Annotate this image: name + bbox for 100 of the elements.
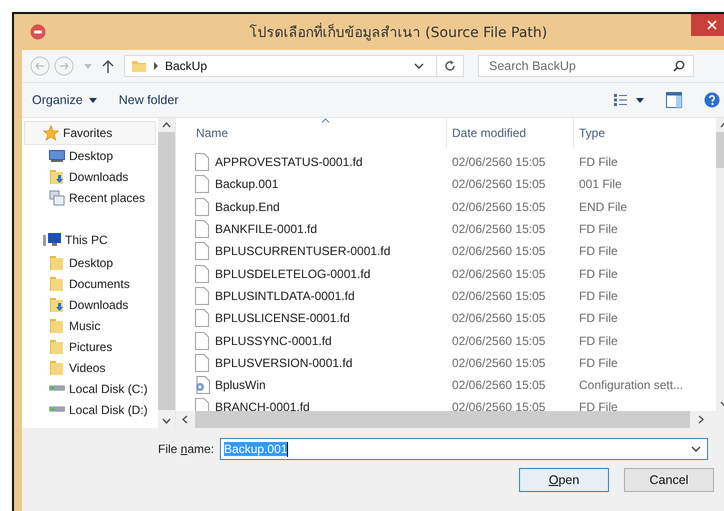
file-row[interactable]: BANKFILE-0001.fd 02/06/2560 15:05 FD File [176,218,716,240]
address-bar[interactable]: BackUp [124,55,464,77]
file-name: BPLUSVERSION-0001.fd [215,356,352,370]
sidebar-item[interactable]: Downloads [22,294,158,315]
file-icon [194,286,210,305]
gear-file-icon [194,376,210,394]
scroll-left-icon[interactable] [182,415,188,424]
dropdown-chevron-icon[interactable] [691,446,702,452]
app-logo-icon [30,24,46,40]
sidebar-item[interactable]: Local Disk (D:) [22,399,158,420]
search-box[interactable]: Search BackUp [478,55,694,77]
monitor-icon [49,148,65,162]
star-icon [43,125,59,141]
type-cell-text: FD File [579,334,619,348]
refresh-icon[interactable] [444,60,456,72]
file-icon [194,332,210,350]
close-button[interactable] [691,14,724,36]
file-icon [194,242,210,260]
date-cell-text: 02/06/2560 15:05 [452,244,546,258]
date-cell-text: 02/06/2560 15:05 [452,334,546,348]
scroll-right-icon[interactable] [698,415,704,424]
file-name: BplusWin [215,378,266,392]
drive-icon [49,406,65,413]
sidebar-item[interactable]: Downloads [22,166,158,187]
column-header[interactable]: Date modified [446,118,579,148]
type-cell-text: 001 File [579,177,623,192]
recent-places-icon [49,190,65,206]
dialog-button[interactable]: Cancel [624,468,714,492]
date-cell-text: 02/06/2560 15:05 [452,155,546,170]
organize-button[interactable]: Organize [30,91,99,109]
sidebar-item[interactable]: Local Disk (C:) [22,378,158,399]
folder-icon [49,338,65,354]
folder-icon [131,58,147,74]
file-name: BPLUSCURRENTUSER-0001.fd [215,244,390,258]
sidebar-item[interactable]: Music [22,315,158,336]
type-cell-text: FD File [579,356,619,370]
date-cell-text: 02/06/2560 15:05 [452,200,546,214]
date-cell-text: 02/06/2560 15:05 [452,222,546,236]
sidebar-item[interactable]: Desktop [22,252,158,273]
file-name: BANKFILE-0001.fd [215,222,318,236]
sidebar-item[interactable]: Documents [22,273,158,294]
type-cell-text: FD File [579,288,619,303]
type-cell-text: FD File [579,222,619,236]
date-cell-text: 02/06/2560 15:05 [452,266,546,281]
file-row[interactable]: BPLUSDELETELOG-0001.fd 02/06/2560 15:05 FD File [176,262,716,285]
dropdown-chevron-icon[interactable] [414,63,424,69]
folder-icon [49,254,65,270]
sidebar-item[interactable]: Videos [22,357,158,378]
file-name: Backup.End [215,200,280,214]
file-row[interactable]: BPLUSCURRENTUSER-0001.fd 02/06/2560 15:05 FD File [176,240,716,262]
file-icon [194,264,210,283]
computer-icon [43,233,61,247]
caret-icon [88,98,97,102]
path-segment[interactable]: BackUp [165,59,408,73]
date-cell-text: 02/06/2560 15:05 [452,177,546,192]
type-cell-text: Configuration sett... [579,378,684,392]
file-name: BPLUSDELETELOG-0001.fd [215,266,370,281]
folder-icon [49,360,65,376]
window-title: โปรดเลือกที่เก็บข้อมูลสำเนา (Source File Path) [46,21,691,43]
type-cell-text: END File [579,200,628,214]
drive-icon [49,385,65,392]
search-icon [673,60,685,72]
file-name: Backup.001 [215,177,278,192]
new-folder-button[interactable]: New folder [116,91,180,109]
date-cell-text: 02/06/2560 15:05 [452,378,546,392]
up-arrow-icon[interactable] [102,59,114,73]
file-name: BPLUSINTLDATA-0001.fd [215,288,355,303]
sidebar-item[interactable]: Pictures [22,336,158,357]
date-cell-text: 02/06/2560 15:05 [452,356,546,370]
file-row[interactable]: BplusWin 02/06/2560 15:05 Configuration sett... [176,374,716,396]
sidebar-group-item[interactable]: Favorites [24,121,156,145]
file-name: BPLUSSYNC-0001.fd [215,334,332,348]
file-name: BPLUSLICENSE-0001.fd [215,311,350,326]
file-row[interactable]: Backup.001 02/06/2560 15:05 001 File [176,173,716,196]
sidebar-item[interactable]: Desktop [22,145,158,166]
help-button[interactable] [702,90,722,110]
file-name: APPROVESTATUS-0001.fd [215,155,363,170]
date-cell-text: 02/06/2560 15:05 [452,288,546,303]
preview-pane-button[interactable] [664,90,684,110]
sidebar-item[interactable]: Recent places [22,187,158,208]
file-row[interactable]: APPROVESTATUS-0001.fd 02/06/2560 15:05 FD File [176,151,716,174]
date-cell-text: 02/06/2560 15:05 [452,311,546,326]
folder-icon [49,276,65,292]
file-icon [194,198,210,216]
file-row[interactable]: BPLUSVERSION-0001.fd 02/06/2560 15:05 FD File [176,352,716,374]
type-cell-text: FD File [579,155,619,170]
close-icon [706,20,716,30]
file-row[interactable]: BPLUSSYNC-0001.fd 02/06/2560 15:05 FD File [176,329,716,352]
file-row[interactable]: Backup.End 02/06/2560 15:05 END File [176,196,716,218]
file-name-label: File name: [158,442,214,456]
search-field[interactable]: Search BackUp [487,58,673,74]
file-row[interactable]: BPLUSINTLDATA-0001.fd 02/06/2560 15:05 FD File [176,284,716,308]
breadcrumb-arrow-icon [153,62,159,70]
file-icon [194,153,210,172]
file-icon [194,309,210,328]
file-icon [194,175,210,194]
dialog-button[interactable]: Open [519,468,609,492]
view-options-button[interactable] [612,92,646,108]
file-row[interactable]: BPLUSLICENSE-0001.fd 02/06/2560 15:05 FD File [176,307,716,330]
sidebar-group-item[interactable]: This PC [24,228,156,252]
